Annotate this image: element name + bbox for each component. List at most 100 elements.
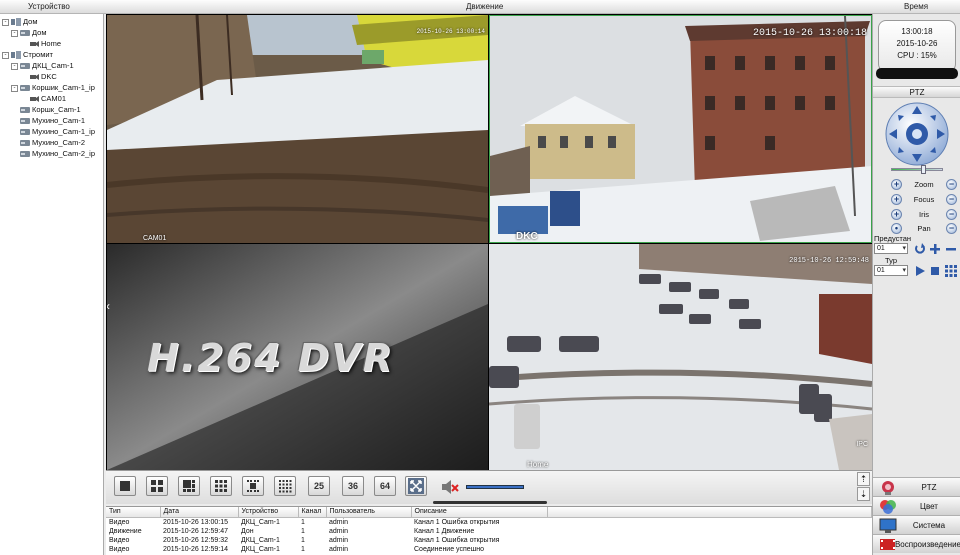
log-cell: 1 bbox=[301, 536, 305, 544]
tour-stop-icon[interactable] bbox=[928, 264, 941, 277]
tour-play-icon[interactable] bbox=[913, 264, 926, 277]
video-tile-4[interactable]: 2015-10-26 12:59:48 Home IPC bbox=[489, 244, 872, 470]
log-column-header[interactable]: Устройство bbox=[238, 507, 299, 518]
tree-item[interactable]: CAM01 bbox=[20, 94, 66, 104]
splitter-handle[interactable] bbox=[433, 501, 547, 504]
log-column-header[interactable]: Канал bbox=[298, 507, 327, 518]
log-column-header[interactable]: Тип bbox=[106, 507, 161, 518]
dvr-icon bbox=[20, 62, 30, 70]
dvr-icon bbox=[20, 106, 30, 114]
tree-item[interactable]: Коршк_Cam-1 bbox=[11, 105, 81, 115]
system-menu-button[interactable]: Система bbox=[873, 515, 960, 534]
ptz-speed-slider[interactable] bbox=[891, 168, 943, 171]
tree-item[interactable]: - ДКЦ_Cam-1 bbox=[11, 61, 74, 71]
layout-9-button[interactable] bbox=[210, 476, 232, 496]
tree-item[interactable]: Мухино_Cam-2_ip bbox=[11, 149, 95, 159]
preset-add-icon[interactable] bbox=[928, 242, 941, 255]
tree-expander-icon[interactable]: - bbox=[11, 84, 18, 92]
log-column-header[interactable]: Дата bbox=[160, 507, 239, 518]
zoom-in-button[interactable]: + bbox=[891, 178, 902, 190]
log-row[interactable]: Видео 2015-10-26 13:00:15 ДКЦ_Cam-1 1 admin К… bbox=[106, 517, 872, 527]
tour-select[interactable]: 01 bbox=[874, 265, 908, 276]
mute-icon[interactable] bbox=[440, 479, 460, 495]
focus-label: Focus bbox=[913, 194, 935, 204]
tour-grid-icon[interactable] bbox=[944, 264, 957, 277]
tree-item[interactable]: Мухино_Cam-1 bbox=[11, 116, 85, 126]
tree-item[interactable]: - Дом bbox=[11, 28, 47, 38]
ptz-speed-thumb[interactable] bbox=[921, 165, 926, 174]
tree-item[interactable]: - Дом bbox=[2, 17, 38, 27]
tree-item[interactable]: - Стромит bbox=[2, 50, 53, 60]
motion-tab[interactable]: Движение bbox=[466, 2, 503, 11]
tree-expander-icon[interactable]: - bbox=[2, 18, 9, 26]
tree-item-label: Мухино_Cam-1_ip bbox=[32, 127, 96, 136]
device-tab[interactable]: Устройство bbox=[28, 2, 70, 11]
log-row[interactable]: Движение 2015-10-26 12:59:47 Дон 1 admin Кана… bbox=[106, 527, 872, 536]
layout-64-button[interactable]: 64 bbox=[374, 476, 396, 496]
tree-item[interactable]: Home bbox=[20, 39, 61, 49]
iris-close-button[interactable]: − bbox=[946, 208, 957, 220]
focus-in-button[interactable]: + bbox=[891, 193, 902, 205]
video-tile-1[interactable]: 2015-10-26 13:00:14 CAM01 bbox=[107, 15, 488, 243]
app-window: Устройство Движение Время - Дом - Дом Home - С… bbox=[0, 0, 960, 555]
layout-16-button[interactable] bbox=[274, 476, 296, 496]
video-tile-3[interactable]: H.264 DVR ‹ bbox=[107, 244, 488, 470]
video-tile-2[interactable]: 2015-10-26 13:00:18 DKC bbox=[489, 15, 872, 243]
time-tab[interactable]: Время bbox=[904, 2, 928, 11]
playback-menu-button[interactable]: Воспроизведение bbox=[873, 534, 960, 553]
tree-item[interactable]: DKC bbox=[20, 72, 57, 82]
camera-icon bbox=[29, 73, 39, 81]
log-cell: 2015-10-26 12:59:32 bbox=[163, 536, 228, 544]
log-row[interactable]: Видео 2015-10-26 12:59:32 ДКЦ_Cam-1 1 admin К… bbox=[106, 536, 872, 545]
collapse-left-icon[interactable]: ‹ bbox=[107, 296, 111, 316]
ptz-direction-pad[interactable] bbox=[885, 102, 949, 166]
pan-start-button[interactable]: • bbox=[891, 222, 902, 234]
log-cell: ДКЦ_Cam-1 bbox=[241, 536, 280, 544]
camera-name-overlay: Home bbox=[527, 460, 549, 469]
volume-slider[interactable] bbox=[466, 485, 524, 489]
log-cell: Дон bbox=[241, 527, 254, 535]
preset-goto-icon[interactable] bbox=[913, 242, 926, 255]
camera-icon bbox=[29, 95, 39, 103]
tree-item[interactable]: Мухино_Cam-2 bbox=[11, 138, 85, 148]
iris-open-button[interactable]: + bbox=[891, 208, 902, 220]
tree-item-label: Мухино_Cam-2 bbox=[32, 138, 86, 147]
tree-item-label: Мухино_Cam-2_ip bbox=[32, 149, 96, 158]
layout-36-button[interactable]: 36 bbox=[342, 476, 364, 496]
layout-4-button[interactable] bbox=[146, 476, 168, 496]
fullscreen-button[interactable] bbox=[405, 476, 427, 496]
layout-6-button[interactable] bbox=[178, 476, 200, 496]
dvr-icon bbox=[20, 29, 30, 37]
home-scene bbox=[489, 244, 872, 470]
tree-item[interactable]: - Коршик_Cam-1_ip bbox=[11, 83, 95, 93]
preset-select[interactable]: 01 bbox=[874, 243, 908, 254]
zoom-out-button[interactable]: − bbox=[946, 178, 957, 190]
tree-expander-icon[interactable]: - bbox=[11, 62, 18, 70]
log-cell: ДКЦ_Cam-1 bbox=[241, 545, 280, 553]
log-row[interactable]: Видео 2015-10-26 12:59:14 ДКЦ_Cam-1 1 admin С… bbox=[106, 545, 872, 554]
focus-out-button[interactable]: − bbox=[946, 193, 957, 205]
log-column-header[interactable]: Описание bbox=[411, 507, 548, 518]
ptz-header: PTZ bbox=[873, 86, 960, 98]
ptz-menu-button[interactable]: PTZ bbox=[873, 477, 960, 496]
playback-film-icon bbox=[880, 538, 895, 550]
color-menu-button[interactable]: Цвет bbox=[873, 496, 960, 515]
scroll-down-icon[interactable]: ⇣ bbox=[857, 487, 870, 501]
log-column-header[interactable]: Пользователь bbox=[326, 507, 412, 518]
log-cell-filler bbox=[547, 517, 872, 527]
preset-remove-icon[interactable] bbox=[944, 242, 957, 255]
zoom-label: Zoom bbox=[914, 179, 934, 189]
ptz-camera-icon bbox=[882, 480, 894, 495]
group-icon bbox=[11, 51, 21, 59]
layout-1-button[interactable] bbox=[114, 476, 136, 496]
layout-25-button[interactable]: 25 bbox=[308, 476, 330, 496]
tree-expander-icon[interactable]: - bbox=[2, 51, 9, 59]
dvr-icon bbox=[20, 84, 30, 92]
pan-stop-button[interactable]: − bbox=[946, 222, 957, 234]
tree-item-label: DKC bbox=[41, 72, 57, 81]
layout-10-button[interactable] bbox=[242, 476, 264, 496]
tree-expander-icon[interactable]: - bbox=[11, 29, 18, 37]
tree-item[interactable]: Мухино_Cam-1_ip bbox=[11, 127, 95, 137]
scroll-up-icon[interactable]: ⇡ bbox=[857, 472, 870, 486]
log-cell: 1 bbox=[301, 518, 305, 526]
